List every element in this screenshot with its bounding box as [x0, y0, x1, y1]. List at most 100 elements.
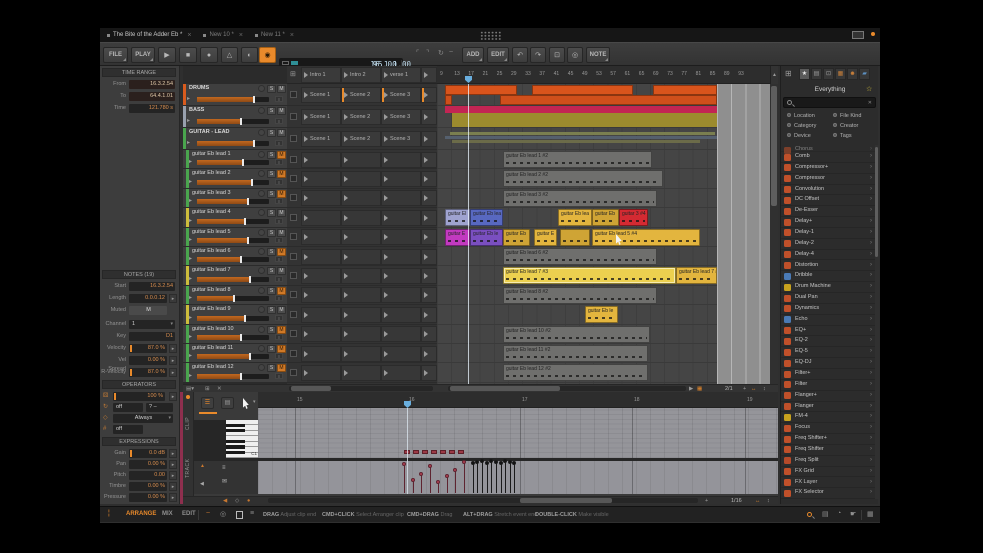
filter-location[interactable]: Location	[787, 113, 815, 119]
mute-button[interactable]: M	[277, 190, 286, 198]
arranger-clip[interactable]: guitar Eb lead 12 #2	[503, 364, 648, 381]
velocity-pip-selected-head[interactable]	[419, 472, 423, 476]
snap-plus-icon[interactable]: +	[705, 497, 708, 504]
track-grid-button[interactable]: ≡	[275, 140, 283, 146]
volume-meter[interactable]	[197, 219, 269, 224]
mute-button[interactable]: M	[277, 151, 286, 159]
clip-slot[interactable]: Scene 3	[381, 87, 421, 103]
modulation-arrow-button[interactable]: ▸	[169, 392, 177, 401]
volume-meter[interactable]	[197, 296, 269, 301]
clear-search-icon[interactable]: ✕	[868, 100, 872, 106]
filter-file-kind[interactable]: File Kind	[833, 113, 861, 119]
grid-size-label[interactable]: 1/16	[731, 497, 742, 504]
solo-button[interactable]: S	[267, 364, 276, 372]
channel-field[interactable]: 1▾	[129, 320, 175, 329]
velocity-pip-stem[interactable]	[491, 461, 492, 493]
track-grid-button[interactable]: ≡	[275, 276, 283, 282]
volume-meter[interactable]	[197, 374, 269, 379]
velocity-pip-stem[interactable]	[482, 461, 483, 493]
velocity-pip-stem[interactable]	[501, 463, 502, 493]
device-list-item[interactable]: Convolution›	[781, 185, 875, 196]
mute-button[interactable]: M	[277, 248, 286, 256]
fader-tick[interactable]	[240, 334, 242, 341]
device-list-item[interactable]: EQ+›	[781, 326, 875, 337]
statusbar-menu-icon[interactable]: ¦	[108, 510, 110, 517]
clip-slot[interactable]	[301, 326, 341, 342]
clip-slot[interactable]	[381, 307, 421, 323]
track-grid-button[interactable]: ≡	[275, 373, 283, 379]
track-monitor-button[interactable]	[258, 107, 265, 114]
clip-slot-partial[interactable]	[421, 229, 437, 245]
black-key[interactable]	[226, 424, 245, 427]
browser-tab-rows-icon[interactable]: ▤	[811, 68, 822, 80]
fader-tick[interactable]	[240, 373, 242, 380]
automation-write-button[interactable]: ◉	[259, 47, 276, 63]
play-menu-button[interactable]: PLAY	[131, 47, 155, 63]
loop-icon[interactable]: ↻	[438, 49, 444, 57]
track-monitor-button[interactable]	[258, 267, 265, 274]
track-row[interactable]: guitar Eb lead 5SM▸≡	[183, 228, 287, 247]
clip-stop-button[interactable]	[290, 311, 297, 318]
clip-slot[interactable]: Scene 3	[381, 131, 421, 147]
browser-tab-star-icon[interactable]: ★	[799, 68, 810, 80]
device-list-item[interactable]: Flanger+›	[781, 391, 875, 402]
mute-button[interactable]: M	[277, 345, 286, 353]
clip-slot[interactable]	[341, 210, 381, 226]
velocity-pip-stem[interactable]	[487, 463, 488, 493]
device-list-item[interactable]: Focus›	[781, 423, 875, 434]
track-grid-button[interactable]: ≡	[275, 256, 283, 262]
clip-slot-partial[interactable]	[421, 249, 437, 265]
volume-meter[interactable]	[197, 277, 269, 282]
note-button[interactable]: NOTE	[586, 47, 610, 63]
arranger-clip[interactable]: guitar Eb lead 3 #2	[503, 190, 657, 207]
tab-clip[interactable]: CLIP	[185, 404, 191, 430]
solo-button[interactable]: S	[267, 248, 276, 256]
arranger-ruler[interactable]: 9131721252933374145495357616569737781858…	[437, 66, 778, 84]
clip-slot[interactable]: Scene 1	[301, 131, 341, 147]
track-grid-button[interactable]: ≡	[275, 159, 283, 165]
mute-button[interactable]: M	[277, 129, 286, 137]
device-list-item[interactable]: Dribble›	[781, 271, 875, 282]
mute-button[interactable]: M	[277, 209, 286, 217]
device-list-item[interactable]: FX Layer›	[781, 478, 875, 489]
punch-in-icon[interactable]: ⌜	[416, 49, 419, 57]
volume-meter[interactable]	[197, 354, 269, 359]
velocity-pip-selected-head[interactable]	[436, 480, 440, 484]
clip-slot[interactable]	[301, 210, 341, 226]
pitch-field[interactable]: 0.00	[129, 471, 167, 480]
device-list-item[interactable]: Compressor›	[781, 174, 875, 185]
editor-pointer-tool-icon[interactable]	[243, 398, 251, 409]
device-list-item[interactable]: EQ-5›	[781, 347, 875, 358]
lane-eq-icon[interactable]: ≡	[222, 465, 226, 471]
pip-tool-icon[interactable]: ●	[247, 497, 250, 504]
arranger-clip[interactable]: guitar Eb	[592, 209, 619, 226]
velocity-pip-stem[interactable]	[477, 462, 478, 493]
device-list-item[interactable]: Distortion›	[781, 261, 875, 272]
device-list-item[interactable]: Freq Shifter›	[781, 445, 875, 456]
arranger-clip[interactable]: guitar Eb lea	[558, 209, 592, 226]
solo-button[interactable]: S	[267, 151, 276, 159]
clip-slot[interactable]	[301, 346, 341, 362]
track-monitor-button[interactable]	[258, 190, 265, 197]
track-grid-button[interactable]: ≡	[275, 315, 283, 321]
device-list-item[interactable]: Delay+›	[781, 217, 875, 228]
file-button[interactable]: FILE	[103, 47, 128, 63]
velocity-pip-selected-stem[interactable]	[455, 470, 456, 493]
volume-meter[interactable]	[197, 316, 269, 321]
stop-all-clips-button[interactable]: ⊞	[290, 70, 296, 78]
clip-stop-button[interactable]	[290, 113, 297, 120]
filter-tags[interactable]: Tags	[833, 133, 852, 139]
bass-clip-segment[interactable]	[445, 106, 717, 113]
zoom-vertical-icon[interactable]: ↕	[767, 497, 770, 504]
clip-stop-button[interactable]	[290, 272, 297, 279]
device-list-item[interactable]: Filter›	[781, 380, 875, 391]
volume-meter[interactable]	[197, 257, 269, 262]
close-tab-icon[interactable]: ×	[187, 32, 191, 39]
search-input[interactable]: ✕	[783, 97, 876, 108]
drums-clip-segment[interactable]	[445, 95, 452, 105]
modulation-arrow-button[interactable]: ▸	[169, 356, 177, 365]
arranger-clip[interactable]: guitar 3 #4	[619, 209, 648, 226]
clip-slot[interactable]	[301, 171, 341, 187]
clip-stop-button[interactable]	[290, 214, 297, 221]
clip-stop-button[interactable]	[290, 135, 297, 142]
